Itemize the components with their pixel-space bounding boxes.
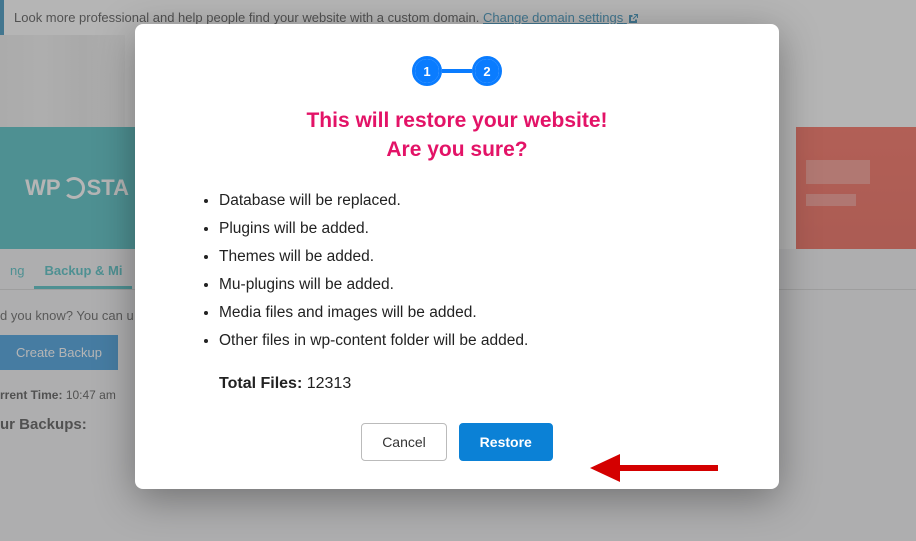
list-item: Other files in wp-content folder will be… [219, 327, 739, 355]
restore-confirm-modal: 1 2 This will restore your website! Are … [135, 24, 779, 489]
list-item: Themes will be added. [219, 243, 739, 271]
list-item: Media files and images will be added. [219, 299, 739, 327]
restore-details-list: Database will be replaced. Plugins will … [175, 187, 739, 355]
list-item: Plugins will be added. [219, 215, 739, 243]
step-1: 1 [415, 59, 439, 83]
stepper: 1 2 [175, 56, 739, 86]
restore-button[interactable]: Restore [459, 423, 553, 461]
total-files: Total Files: 12313 [175, 375, 739, 393]
modal-actions: Cancel Restore [175, 423, 739, 461]
modal-title: This will restore your website! Are you … [175, 106, 739, 165]
list-item: Database will be replaced. [219, 187, 739, 215]
step-2: 2 [475, 59, 499, 83]
list-item: Mu-plugins will be added. [219, 271, 739, 299]
cancel-button[interactable]: Cancel [361, 423, 447, 461]
step-connector [442, 69, 472, 73]
